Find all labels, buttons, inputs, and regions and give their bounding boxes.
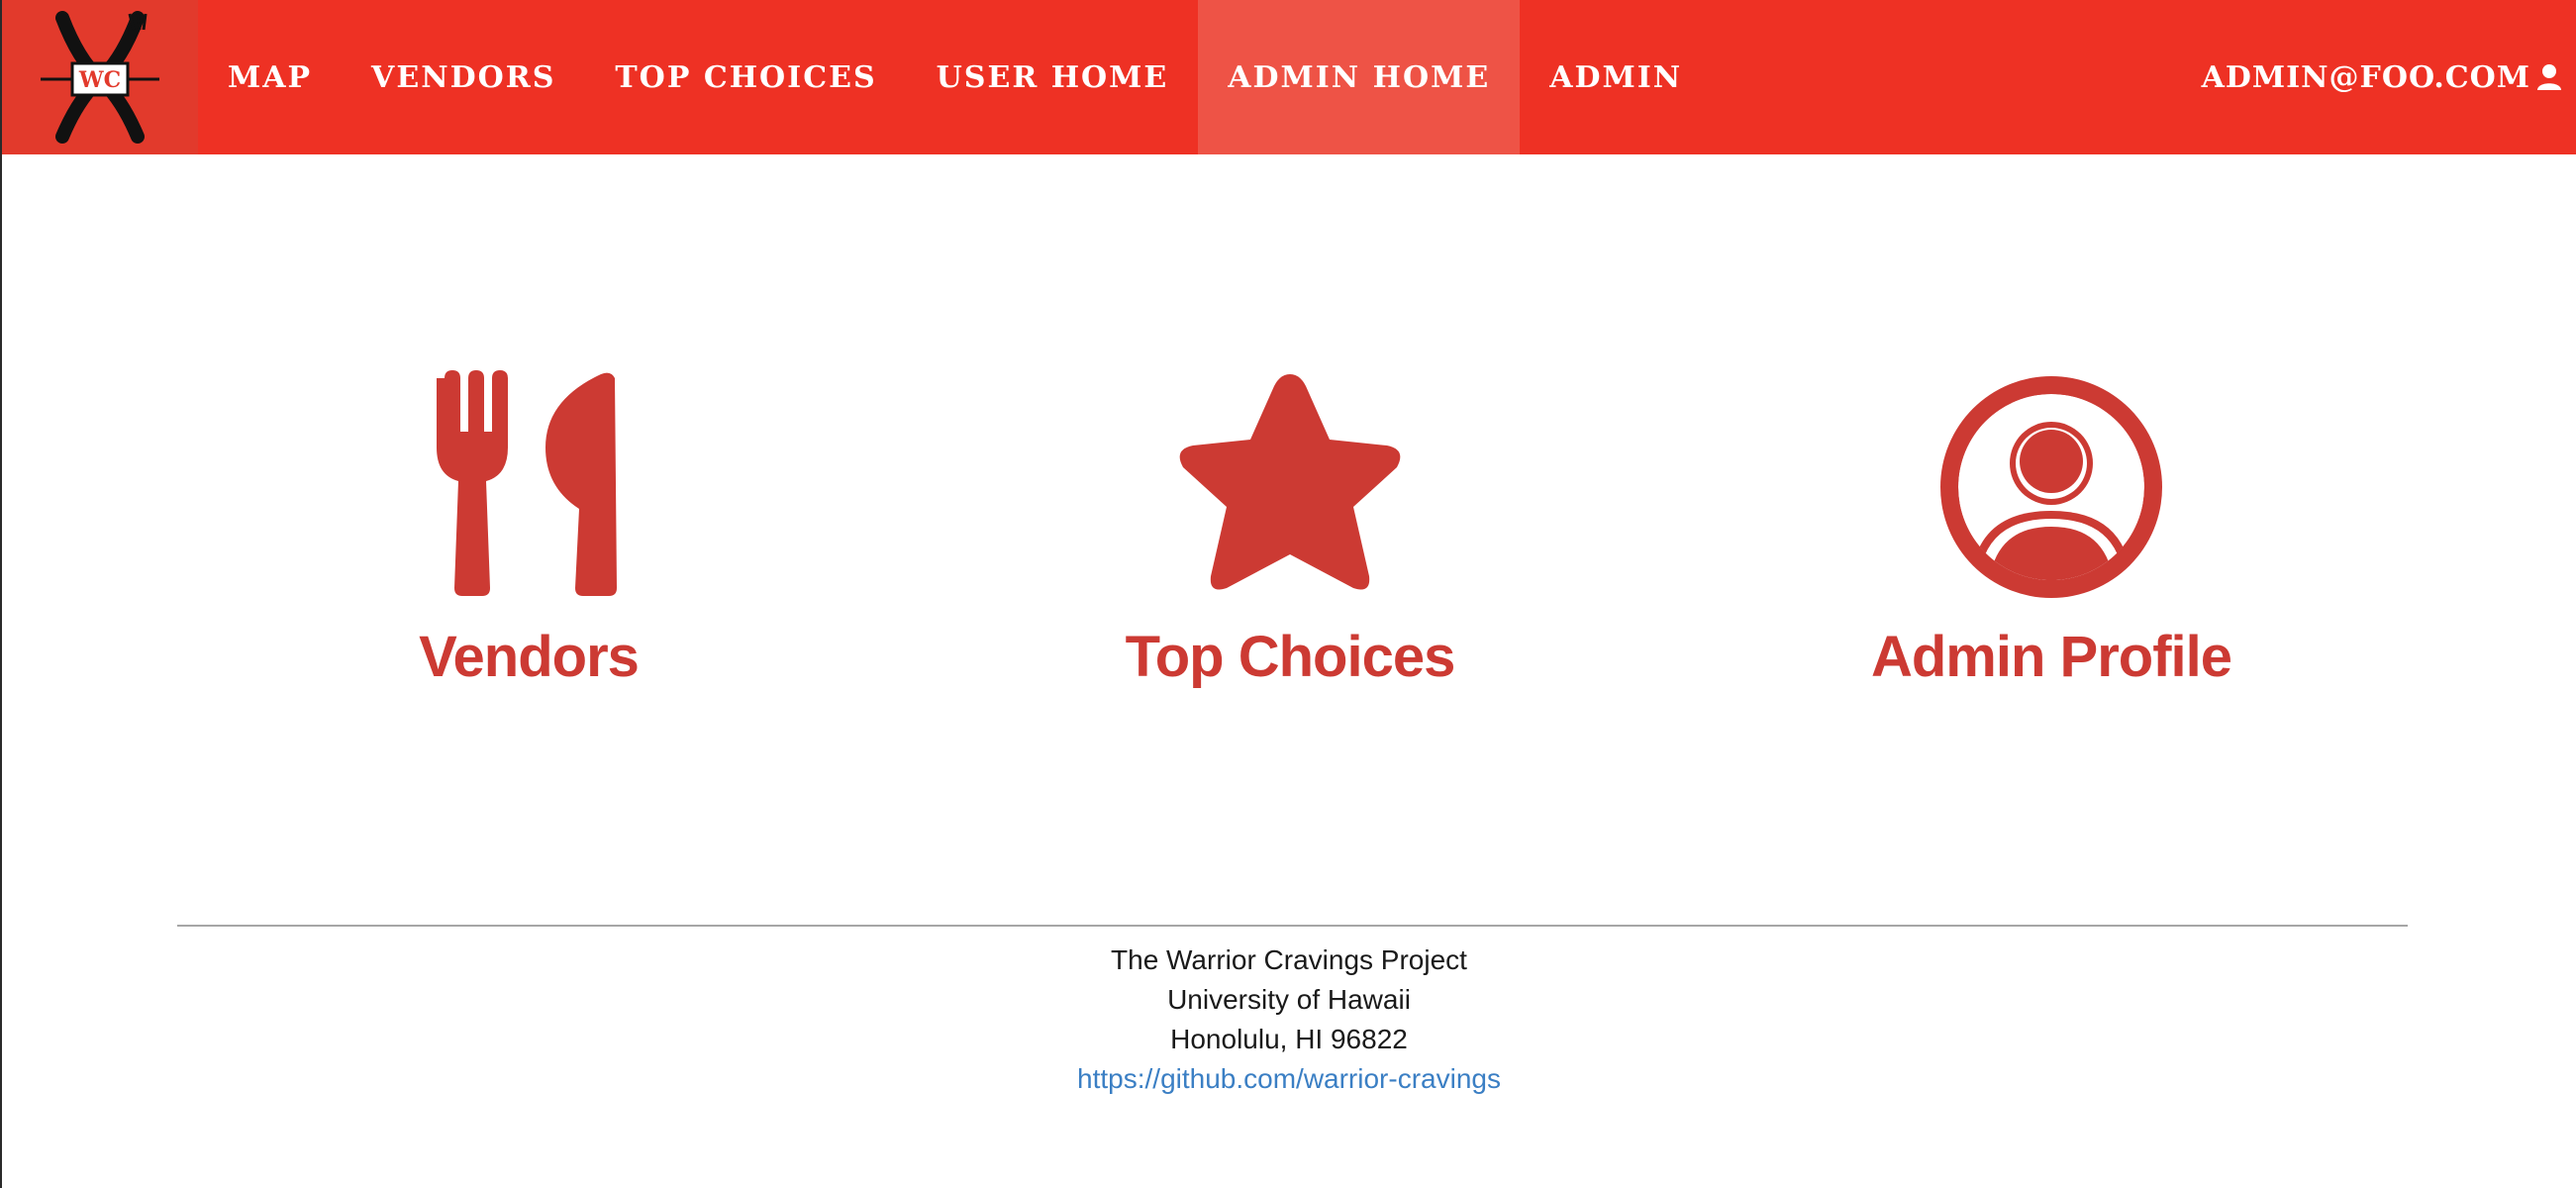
footer: The Warrior Cravings Project University … [2,940,2576,1099]
nav-item-admin[interactable]: ADMIN [1520,0,1712,154]
footer-address: Honolulu, HI 96822 [1170,1024,1408,1054]
logo-text: WC [78,67,121,93]
logo-icon: WC [41,11,159,144]
footer-project-name: The Warrior Cravings Project [1111,944,1467,975]
card-label-top-choices: Top Choices [1125,625,1456,689]
nav-items: MAP VENDORS TOP CHOICES USER HOME ADMIN … [198,0,1712,154]
logo[interactable]: WC [2,0,198,154]
nav-item-map[interactable]: MAP [198,0,342,154]
footer-github-link[interactable]: https://github.com/warrior-cravings [1077,1063,1501,1094]
footer-university: University of Hawaii [1167,984,1411,1015]
nav-item-user-home[interactable]: USER HOME [907,0,1199,154]
nav-item-admin-home[interactable]: ADMIN HOME [1198,0,1521,154]
nav-item-vendors[interactable]: VENDORS [342,0,585,154]
card-label-admin-profile: Admin Profile [1870,625,2232,689]
card-admin-profile[interactable]: Admin Profile [1774,364,2328,721]
card-vendors[interactable]: Vendors [251,364,806,721]
user-circle-icon [1932,364,2170,598]
page: WC MAP VENDORS TOP CHOICES USER HOME ADM… [0,0,2576,1188]
card-top-choices[interactable]: Top Choices [1013,364,1567,721]
card-label-vendors: Vendors [419,625,640,689]
star-icon [1171,364,1409,598]
nav-item-top-choices[interactable]: TOP CHOICES [585,0,906,154]
user-icon [2536,63,2562,91]
fork-knife-icon [410,364,647,598]
user-menu[interactable]: ADMIN@FOO.COM [2202,0,2576,154]
navbar: WC MAP VENDORS TOP CHOICES USER HOME ADM… [2,0,2576,154]
footer-divider [177,925,2408,927]
user-email: ADMIN@FOO.COM [2201,59,2530,95]
